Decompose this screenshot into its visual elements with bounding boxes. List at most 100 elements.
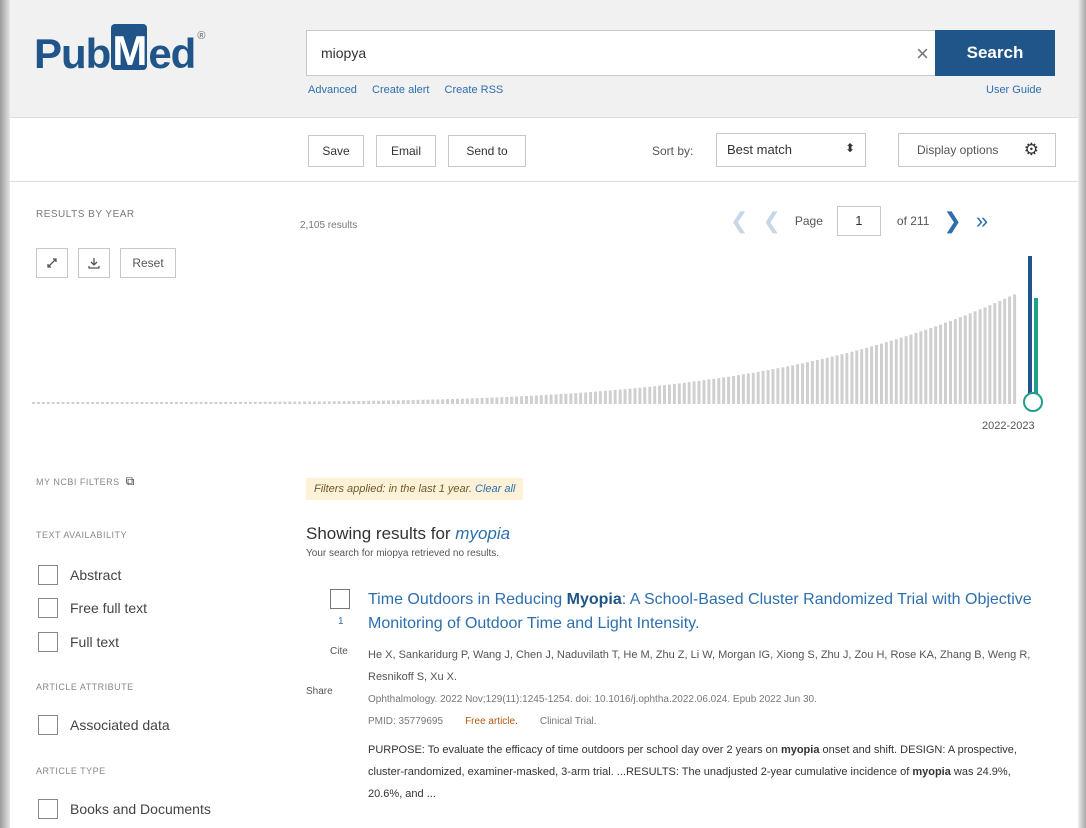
filter-free-full-text[interactable]: Free full text <box>38 598 147 618</box>
year-bar <box>978 309 982 404</box>
year-bar <box>298 401 302 404</box>
checkbox[interactable] <box>38 715 58 735</box>
article-authors: He X, Sankaridurg P, Wang J, Chen J, Nad… <box>368 649 1031 683</box>
year-bar <box>342 401 346 404</box>
corrected-term-link[interactable]: myopia <box>455 524 510 543</box>
first-page-icon[interactable]: ❮ <box>730 208 748 234</box>
year-bar <box>431 399 435 404</box>
year-bar <box>510 396 514 404</box>
year-bar <box>594 391 597 404</box>
year-bar <box>909 334 913 404</box>
filters-applied-note: Filters applied: in the last 1 year. Cle… <box>306 478 524 500</box>
year-bar <box>515 396 519 404</box>
year-bar <box>875 345 878 404</box>
year-bar <box>352 401 356 404</box>
year-bar <box>579 392 583 404</box>
year-bar <box>505 397 509 404</box>
search-input[interactable] <box>307 31 867 75</box>
year-bar <box>224 401 228 404</box>
last-page-icon[interactable]: » <box>976 208 988 234</box>
year-bar <box>170 402 173 404</box>
checkbox[interactable] <box>38 632 58 652</box>
year-bar <box>451 399 454 404</box>
year-bar <box>855 350 859 404</box>
year-bar <box>135 402 139 404</box>
article-select-checkbox[interactable] <box>330 589 350 609</box>
snippet-highlight: myopia <box>780 744 820 756</box>
share-button[interactable]: Share <box>306 686 333 697</box>
showing-prefix: Showing results for <box>306 524 456 543</box>
article-snippet: PURPOSE: To evaluate the efficacy of tim… <box>368 739 1048 805</box>
title-part: Time Outdoors in Reducing <box>368 591 567 608</box>
cite-button[interactable]: Cite <box>330 646 348 657</box>
year-bar <box>766 370 770 404</box>
year-bar <box>603 390 607 404</box>
year-bar <box>850 351 854 404</box>
create-alert-link[interactable]: Create alert <box>372 84 429 96</box>
year-bar <box>677 383 681 404</box>
year-bar <box>51 402 55 404</box>
search-button[interactable]: Search <box>935 30 1055 76</box>
year-bar <box>81 402 85 404</box>
article-journal-citation: Ophthalmology. 2022 Nov;129(11):1245-125… <box>368 694 817 705</box>
prev-page-icon[interactable]: ❮ <box>762 208 780 234</box>
year-bar <box>426 399 430 404</box>
pubmed-logo[interactable]: Pub Med ® <box>34 24 205 78</box>
send-to-button[interactable]: Send to <box>448 135 526 167</box>
checkbox[interactable] <box>38 598 58 618</box>
year-bar <box>825 357 829 404</box>
filter-full-text[interactable]: Full text <box>38 632 119 652</box>
year-bar <box>456 398 459 404</box>
filter-books-and-documents[interactable]: Books and Documents <box>38 799 211 819</box>
year-bar <box>441 399 445 404</box>
year-bar <box>120 402 124 404</box>
year-bar <box>273 401 277 404</box>
year-bar <box>140 402 144 404</box>
user-guide-link[interactable]: User Guide <box>986 84 1042 96</box>
year-range-label: 2022-2023 <box>982 420 1035 432</box>
year-bar <box>327 401 331 404</box>
year-bar <box>687 382 691 404</box>
year-bar <box>244 401 247 404</box>
year-bar <box>998 300 1002 404</box>
no-results-message: Your search for miopya retrieved no resu… <box>306 548 500 559</box>
create-rss-link[interactable]: Create RSS <box>445 84 504 96</box>
my-ncbi-filters-heading[interactable]: MY NCBI FILTERS ⧉ <box>36 474 135 489</box>
sort-select[interactable]: Best match ⬍ <box>716 133 866 167</box>
year-bar <box>525 396 528 404</box>
filter-abstract[interactable]: Abstract <box>38 565 121 585</box>
year-bar <box>722 377 726 404</box>
clear-all-link[interactable]: Clear all <box>475 483 515 495</box>
year-bar <box>480 398 484 404</box>
checkbox[interactable] <box>38 565 58 585</box>
text-availability-heading: TEXT AVAILABILITY <box>36 530 128 540</box>
clear-icon[interactable]: × <box>916 41 929 67</box>
year-bar <box>150 402 154 404</box>
year-bar <box>367 400 371 404</box>
filter-associated-data[interactable]: Associated data <box>38 715 170 735</box>
year-bar <box>86 402 90 404</box>
checkbox[interactable] <box>38 799 58 819</box>
advanced-link[interactable]: Advanced <box>308 84 357 96</box>
year-bar <box>939 324 943 404</box>
filter-label: Free full text <box>70 600 148 616</box>
year-bar <box>751 372 755 404</box>
results-count: 2,105 results <box>300 220 358 231</box>
article-type-heading: ARTICLE TYPE <box>36 766 106 776</box>
year-bar <box>860 349 864 404</box>
next-page-icon[interactable]: ❯ <box>943 208 961 234</box>
timeline-chart[interactable] <box>32 248 1056 416</box>
year-bar <box>436 399 440 404</box>
year-bar <box>672 384 676 404</box>
display-options-button[interactable]: Display options ⚙ <box>898 133 1056 167</box>
year-bar <box>840 354 844 404</box>
article-title-link[interactable]: Time Outdoors in Reducing Myopia: A Scho… <box>368 588 1038 636</box>
save-button[interactable]: Save <box>308 135 364 167</box>
email-button[interactable]: Email <box>376 135 436 167</box>
page-number-input[interactable]: 1 <box>836 206 881 236</box>
sort-by-label: Sort by: <box>652 144 694 158</box>
year-bar <box>756 371 760 404</box>
year-bar <box>949 320 952 404</box>
year-bar <box>184 402 188 404</box>
year-bar <box>539 395 543 404</box>
